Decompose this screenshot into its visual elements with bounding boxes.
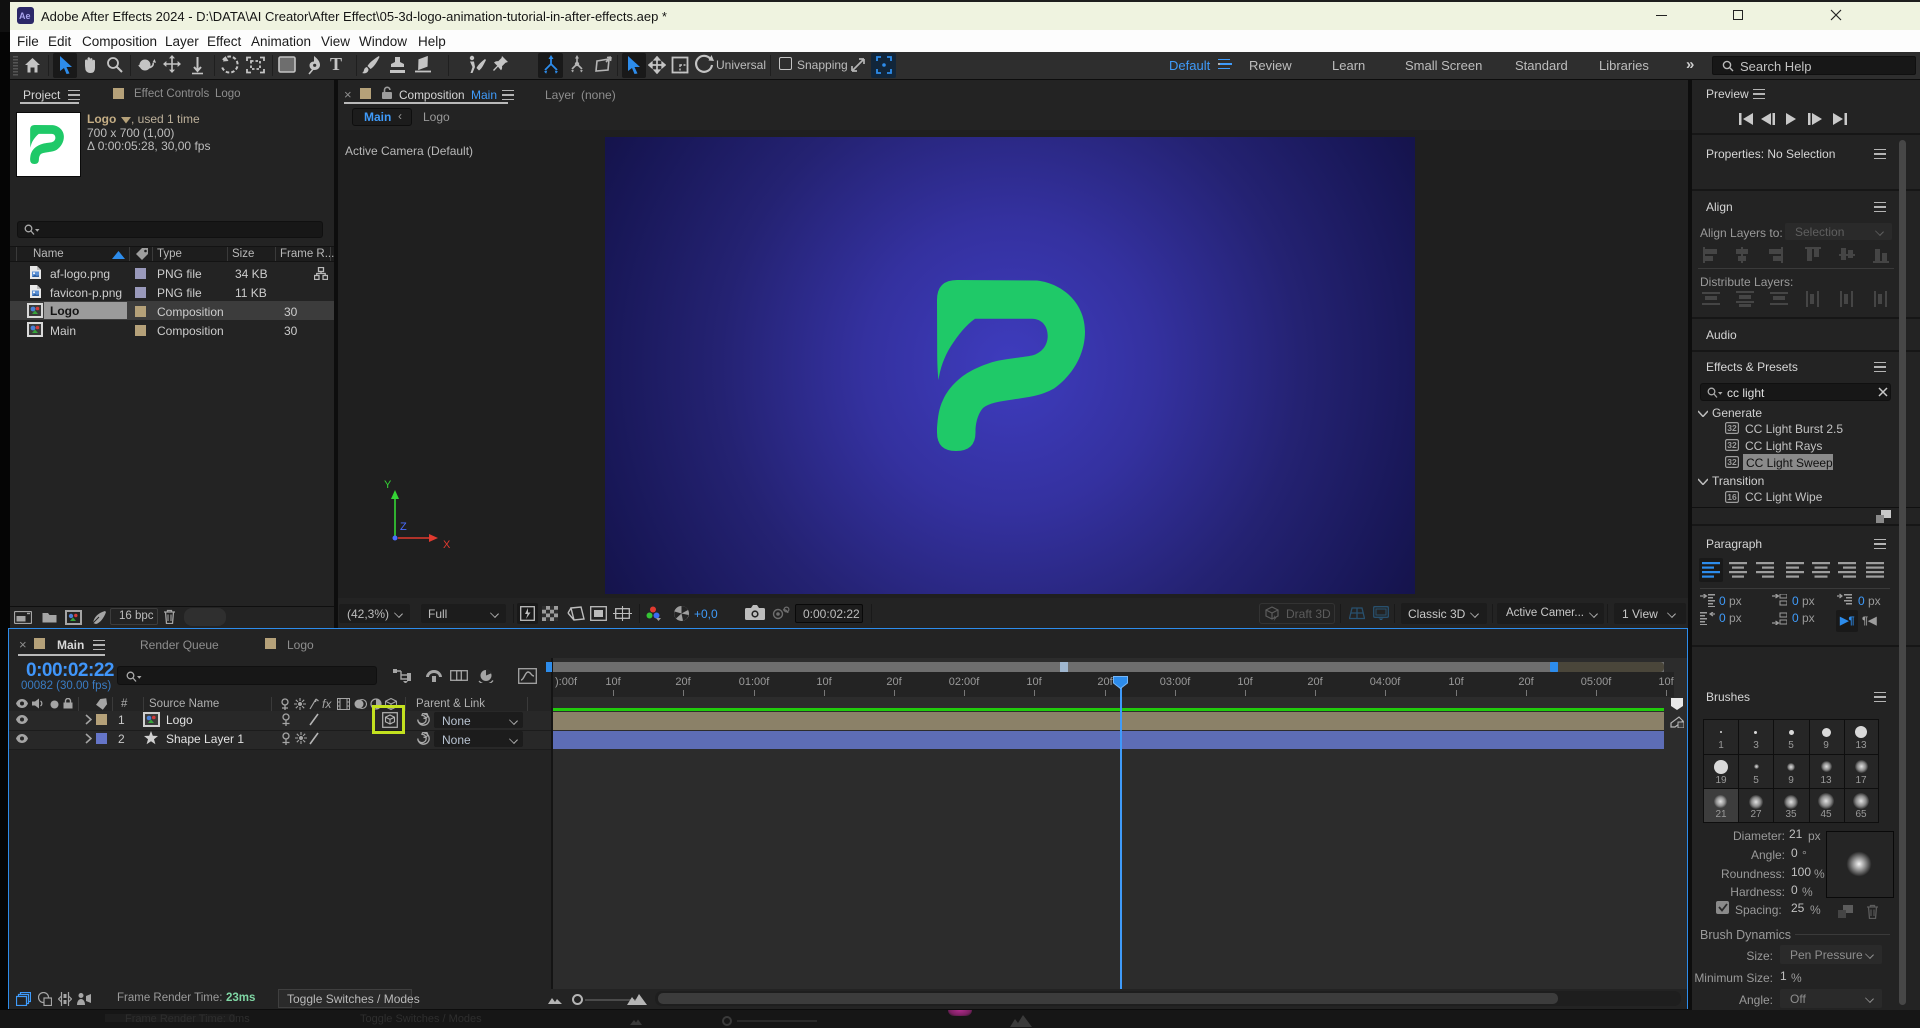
svg-text:32: 32 — [1727, 440, 1737, 450]
svg-text:32: 32 — [1727, 457, 1737, 467]
svg-text:X: X — [443, 539, 451, 551]
svg-text:16: 16 — [1727, 492, 1737, 502]
svg-text:Y: Y — [384, 479, 392, 491]
svg-text:32: 32 — [1727, 423, 1737, 433]
svg-text:Z: Z — [400, 521, 407, 533]
